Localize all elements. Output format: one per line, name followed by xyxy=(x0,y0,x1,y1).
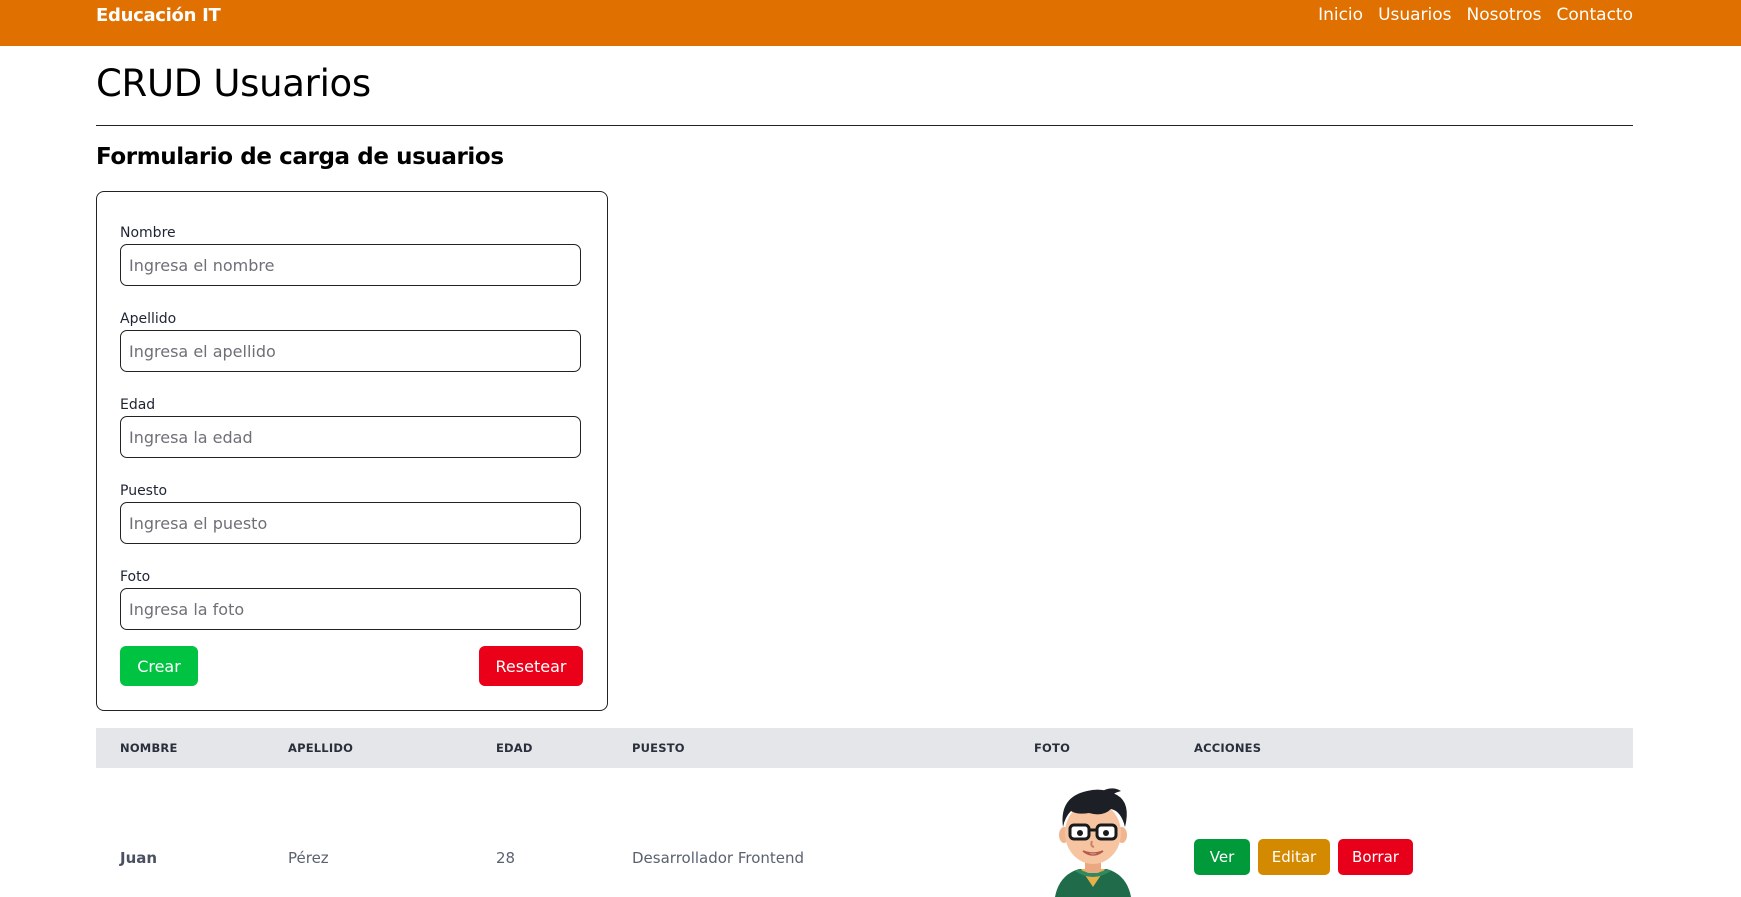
cell-nombre: Juan xyxy=(120,849,158,867)
user-avatar-icon xyxy=(1055,788,1131,897)
column-header-foto: FOTO xyxy=(1034,741,1071,755)
puesto-input[interactable] xyxy=(120,502,581,544)
nav-menu: Inicio Usuarios Nosotros Contacto xyxy=(1318,5,1633,25)
brand-logo[interactable]: Educación IT xyxy=(96,5,221,26)
edit-button[interactable]: Editar xyxy=(1258,839,1330,875)
column-header-puesto: PUESTO xyxy=(632,741,685,755)
nombre-label: Nombre xyxy=(120,225,176,241)
nav-link-nosotros[interactable]: Nosotros xyxy=(1467,5,1542,25)
column-header-apellido: APELLIDO xyxy=(288,741,354,755)
puesto-label: Puesto xyxy=(120,483,168,499)
delete-button[interactable]: Borrar xyxy=(1338,839,1413,875)
edad-label: Edad xyxy=(120,397,156,413)
nav-link-contacto[interactable]: Contacto xyxy=(1556,5,1633,25)
nombre-input[interactable] xyxy=(120,244,581,286)
cell-apellido: Pérez xyxy=(288,849,329,867)
create-button[interactable]: Crear xyxy=(120,646,198,686)
apellido-input[interactable] xyxy=(120,330,581,372)
column-header-nombre: NOMBRE xyxy=(120,741,178,755)
nav-link-inicio[interactable]: Inicio xyxy=(1318,5,1363,25)
table-row: Juan Pérez 28 Desarrollador Frontend Ver… xyxy=(96,768,1633,897)
foto-input[interactable] xyxy=(120,588,581,630)
nav-link-usuarios[interactable]: Usuarios xyxy=(1378,5,1451,25)
cell-puesto: Desarrollador Frontend xyxy=(632,849,805,867)
foto-label: Foto xyxy=(120,569,151,585)
edad-input[interactable] xyxy=(120,416,581,458)
user-form: Nombre Apellido Edad Puesto Foto Crear R… xyxy=(96,191,608,711)
cell-edad: 28 xyxy=(496,849,516,867)
column-header-edad: EDAD xyxy=(496,741,533,755)
title-divider xyxy=(96,125,1633,126)
view-button[interactable]: Ver xyxy=(1194,839,1250,875)
form-section-title: Formulario de carga de usuarios xyxy=(96,144,504,170)
reset-button[interactable]: Resetear xyxy=(479,646,583,686)
page-title: CRUD Usuarios xyxy=(96,62,371,105)
column-header-acciones: ACCIONES xyxy=(1194,741,1262,755)
users-table-header: NOMBRE APELLIDO EDAD PUESTO FOTO ACCIONE… xyxy=(96,728,1633,768)
apellido-label: Apellido xyxy=(120,311,177,327)
top-navbar: Educación IT Inicio Usuarios Nosotros Co… xyxy=(0,0,1741,46)
